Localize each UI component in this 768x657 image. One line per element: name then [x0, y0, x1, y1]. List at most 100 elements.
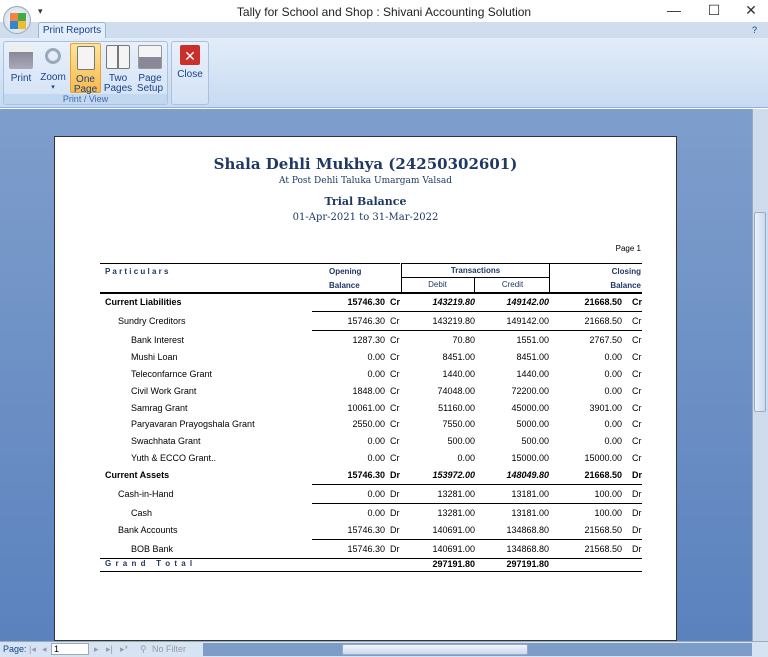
opening-header: Opening — [329, 267, 362, 276]
close-report-button[interactable]: ✕ Close — [174, 43, 206, 93]
quick-access-dropdown[interactable]: ▾ — [38, 6, 43, 17]
closing-dr-cr: Cr — [632, 436, 642, 446]
first-page-button[interactable]: |◂ — [29, 644, 36, 655]
magnifier-icon — [45, 48, 61, 64]
credit-amount: 1551.00 — [516, 335, 549, 345]
opening-balance: 15746.30 — [347, 316, 385, 326]
page-setup-label: Page Setup — [136, 73, 164, 94]
closing-balance: 21668.50 — [584, 470, 622, 480]
opening-dr-cr: Cr — [390, 335, 400, 345]
account-name: Cash — [131, 508, 153, 518]
closing-dr-cr: Cr — [632, 419, 642, 429]
zoom-label: Zoom — [40, 72, 66, 83]
opening-balance: 0.00 — [367, 508, 385, 518]
debit-amount: 13281.00 — [437, 489, 475, 499]
credit-amount: 13181.00 — [511, 508, 549, 518]
debit-amount: 0.00 — [457, 453, 475, 463]
two-pages-button[interactable]: Two Pages — [103, 43, 133, 94]
opening-balance: 15746.30 — [347, 470, 385, 480]
closing-balance: 2767.50 — [589, 335, 622, 345]
row-divider — [312, 539, 642, 540]
debit-amount: 140691.00 — [432, 525, 475, 535]
two-pages-label: Two Pages — [103, 73, 133, 94]
closing-dr-cr: Dr — [632, 470, 643, 480]
transactions-header: Transactions — [450, 266, 501, 275]
horizontal-scroll-thumb[interactable] — [342, 644, 528, 655]
credit-amount: 8451.00 — [516, 352, 549, 362]
closing-header-2: Balance — [610, 281, 641, 290]
credit-amount: 500.00 — [521, 436, 549, 446]
horizontal-scrollbar[interactable] — [203, 643, 752, 656]
closing-dr-cr: Cr — [632, 403, 642, 413]
opening-balance: 0.00 — [367, 489, 385, 499]
debit-amount: 500.00 — [447, 436, 475, 446]
closing-balance: 0.00 — [604, 369, 622, 379]
zoom-button[interactable]: Zoom ▾ — [38, 43, 68, 93]
opening-balance: 0.00 — [367, 369, 385, 379]
print-label: Print — [10, 73, 32, 84]
page-label: Page: — [3, 644, 27, 654]
opening-dr-cr: Dr — [390, 508, 400, 518]
next-page-button[interactable]: ▸ — [94, 644, 99, 655]
minimize-button[interactable]: — — [660, 2, 688, 20]
debit-amount: 8451.00 — [442, 352, 475, 362]
page-input[interactable]: 1 — [51, 643, 89, 655]
credit-amount: 72200.00 — [511, 386, 549, 396]
credit-amount: 149142.00 — [506, 297, 549, 307]
close-window-button[interactable]: ✕ — [737, 2, 765, 20]
account-name: Yuth & ECCO Grant.. — [131, 453, 217, 463]
debit-amount: 74048.00 — [437, 386, 475, 396]
vertical-scroll-thumb[interactable] — [754, 212, 766, 412]
row-divider — [312, 311, 642, 312]
opening-balance: 15746.30 — [347, 525, 385, 535]
debit-amount: 143219.80 — [432, 297, 475, 307]
page-setup-button[interactable]: Page Setup — [135, 43, 165, 94]
debit-amount: 153972.00 — [432, 470, 475, 480]
account-name: Teleconfarnce Grant — [131, 369, 213, 379]
prev-page-button[interactable]: ◂ — [42, 644, 47, 655]
help-icon[interactable]: ? — [752, 25, 757, 35]
particulars-header: P a r t i c u l a r s — [105, 267, 169, 276]
table-row: Mushi Loan 0.00 Cr 8451.00 8451.00 0.00 Cr — [100, 352, 645, 366]
opening-dr-cr: Cr — [390, 369, 400, 379]
page-setup-icon — [138, 45, 162, 69]
table-row: Bank Accounts 15746.30 Dr 140691.00 134868.8… — [100, 525, 645, 539]
office-button[interactable] — [3, 6, 31, 34]
group-label: Print / View — [4, 94, 167, 104]
one-page-icon — [76, 46, 95, 70]
closing-dr-cr: Cr — [632, 453, 642, 463]
table-row: Cash 0.00 Dr 13281.00 13181.00 100.00 Dr — [100, 508, 645, 522]
credit-amount: 134868.80 — [506, 525, 549, 535]
opening-dr-cr: Dr — [390, 525, 400, 535]
closing-balance: 21668.50 — [584, 316, 622, 326]
maximize-button[interactable]: ☐ — [700, 2, 728, 20]
one-page-button[interactable]: One Page — [70, 43, 101, 95]
closing-dr-cr: Dr — [632, 544, 642, 554]
table-row: Current Assets 15746.30 Dr 153972.00 148049.… — [100, 470, 645, 484]
debit-amount: 7550.00 — [442, 419, 475, 429]
grand-total-credit: 297191.80 — [506, 559, 549, 569]
opening-dr-cr: Dr — [390, 470, 401, 480]
print-button[interactable]: Print — [6, 43, 36, 93]
window-title: Tally for School and Shop : Shivani Acco… — [236, 5, 532, 19]
credit-amount: 149142.00 — [506, 316, 549, 326]
closing-dr-cr: Cr — [632, 335, 642, 345]
opening-balance: 0.00 — [367, 453, 385, 463]
credit-amount: 148049.80 — [506, 470, 549, 480]
report-title: Trial Balance — [324, 195, 407, 208]
opening-balance: 1287.30 — [352, 335, 385, 345]
new-page-button[interactable]: ▸* — [120, 644, 128, 655]
closing-dr-cr: Dr — [632, 525, 642, 535]
credit-amount: 5000.00 — [516, 419, 549, 429]
table-row: Paryavaran Prayogshala Grant 2550.00 Cr 755… — [100, 419, 645, 433]
no-filter-button[interactable]: No Filter — [152, 644, 186, 654]
opening-balance: 15746.30 — [347, 544, 385, 554]
opening-balance: 1848.00 — [352, 386, 385, 396]
opening-balance: 2550.00 — [352, 419, 385, 429]
closing-balance: 21568.50 — [584, 525, 622, 535]
account-name: Bank Interest — [131, 335, 185, 345]
account-name: Cash-in-Hand — [118, 489, 174, 499]
opening-dr-cr: Cr — [390, 352, 400, 362]
tab-print-reports[interactable]: Print Reports — [38, 22, 106, 39]
last-page-button[interactable]: ▸| — [106, 644, 113, 655]
